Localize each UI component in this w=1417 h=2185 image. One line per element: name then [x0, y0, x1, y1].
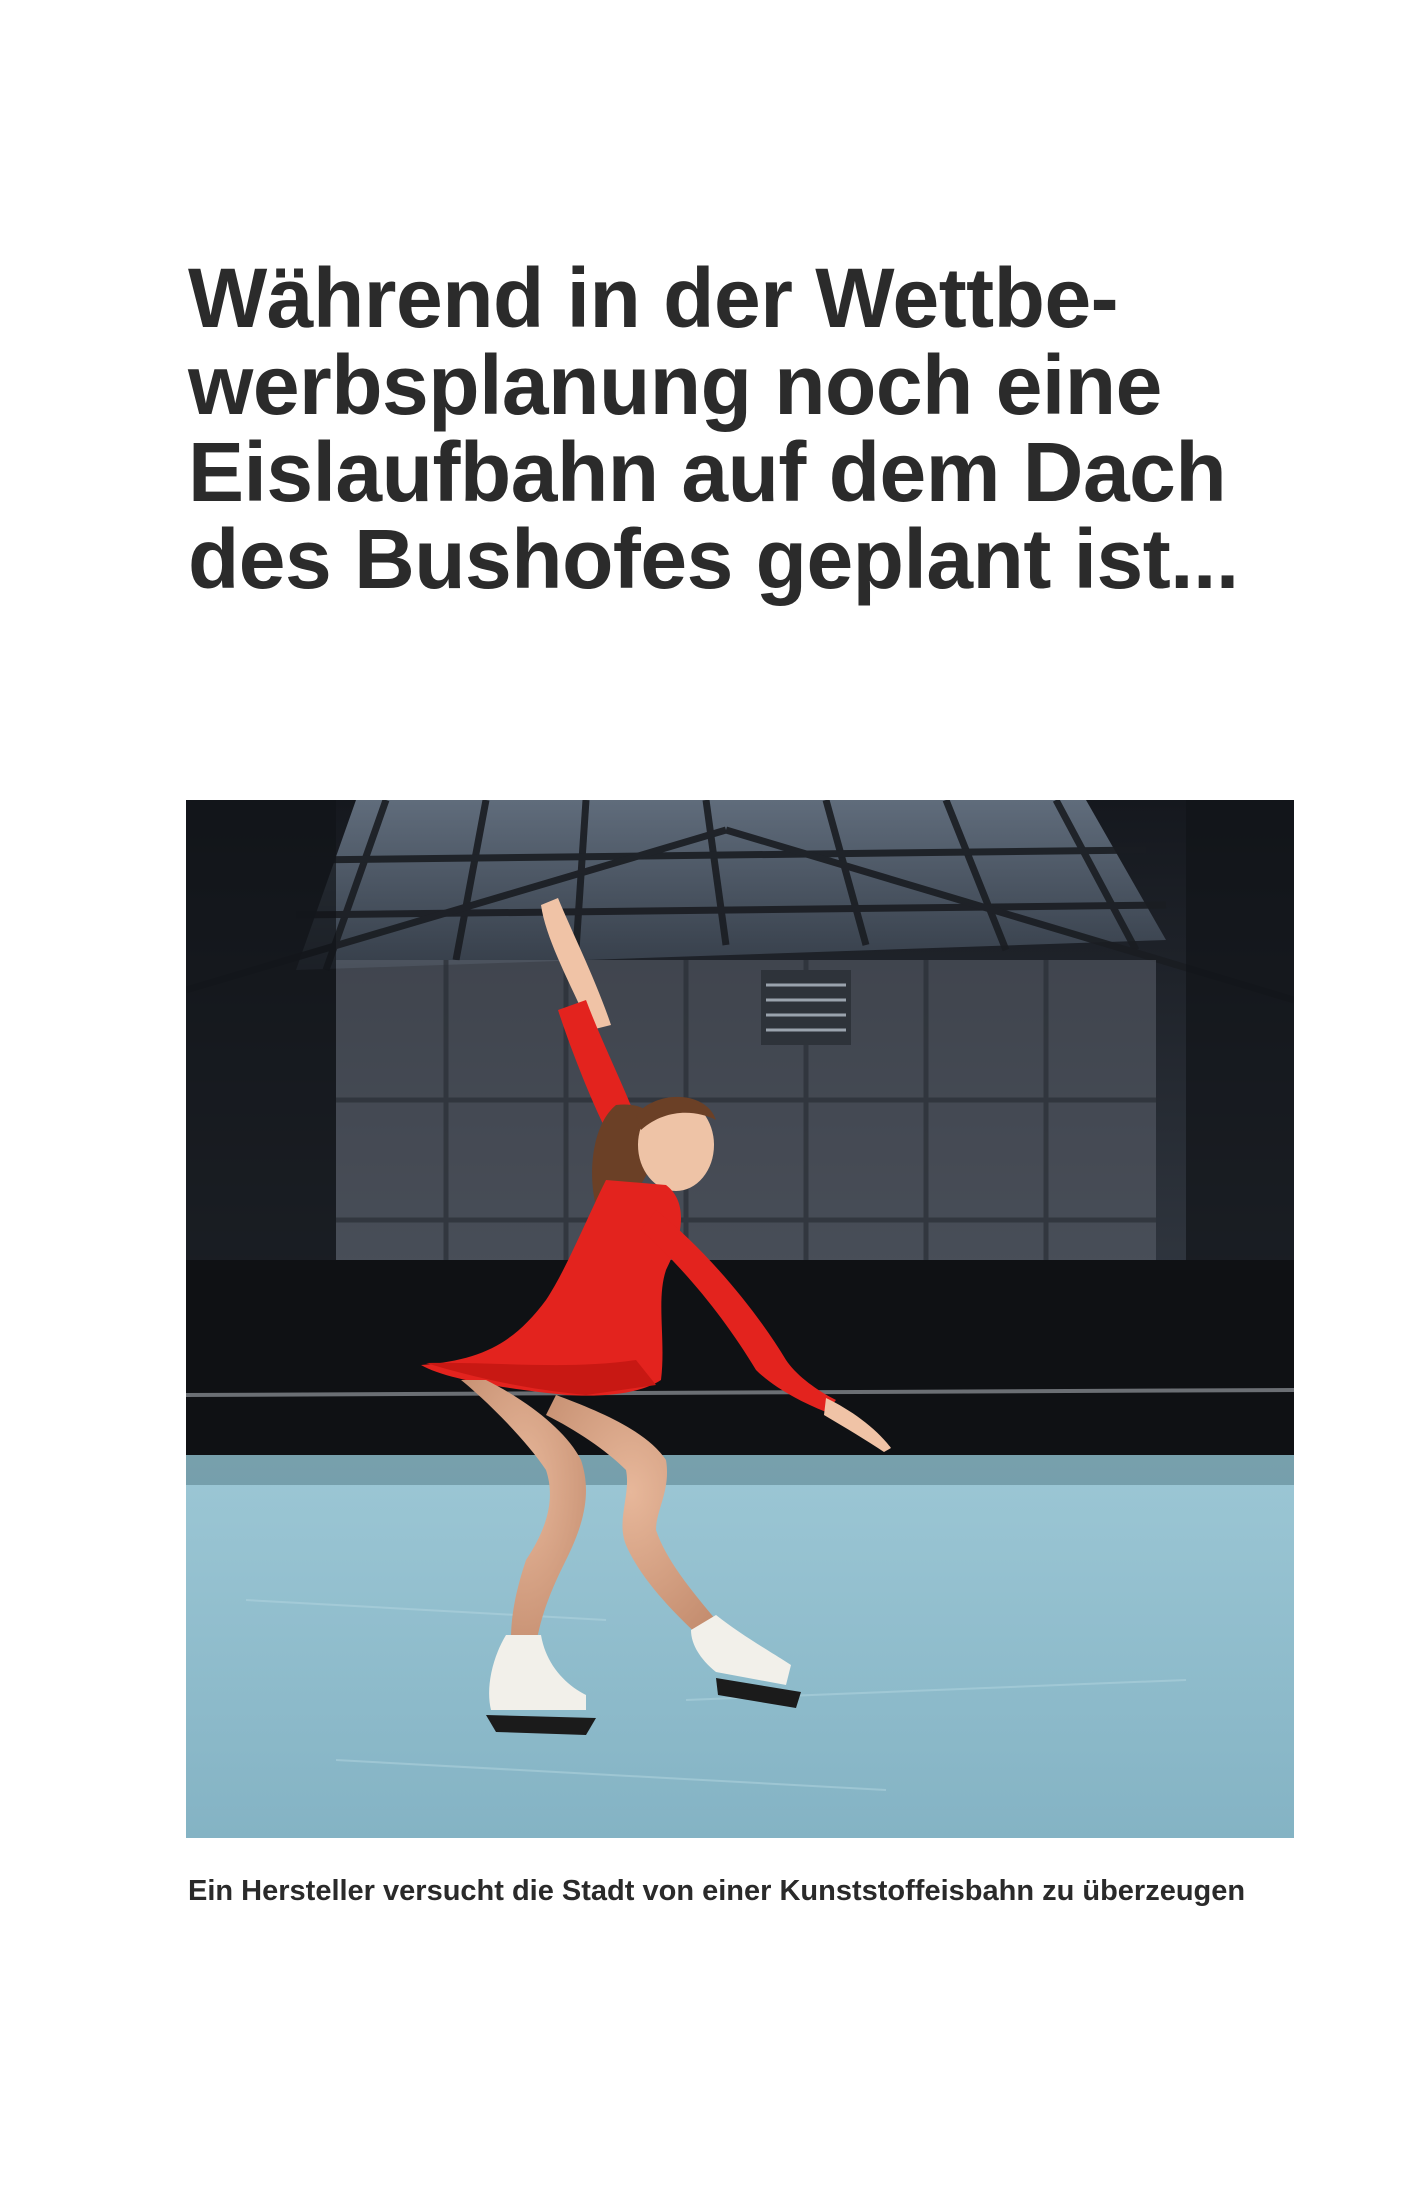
figure-skater-photo	[186, 800, 1294, 1838]
wall-window	[761, 970, 851, 1045]
rink-barrier	[186, 1260, 1294, 1460]
photo-illustration	[186, 800, 1294, 1838]
headline: Während in der Wettbe- werbsplanung noch…	[188, 255, 1308, 603]
headline-line-2: werbsplanung noch eine	[188, 338, 1162, 432]
back-wall	[336, 960, 1156, 1280]
ice-edge-shadow	[186, 1455, 1294, 1485]
headline-line-4: des Bushofes geplant ist...	[188, 512, 1239, 606]
roof-skylight	[296, 800, 1166, 970]
headline-line-3: Eislaufbahn auf dem Dach	[188, 425, 1227, 519]
headline-line-1: Während in der Wettbe-	[188, 251, 1119, 345]
photo-caption: Ein Hersteller versucht die Stadt von ei…	[188, 1875, 1246, 1907]
left-skate-blade	[486, 1715, 596, 1735]
